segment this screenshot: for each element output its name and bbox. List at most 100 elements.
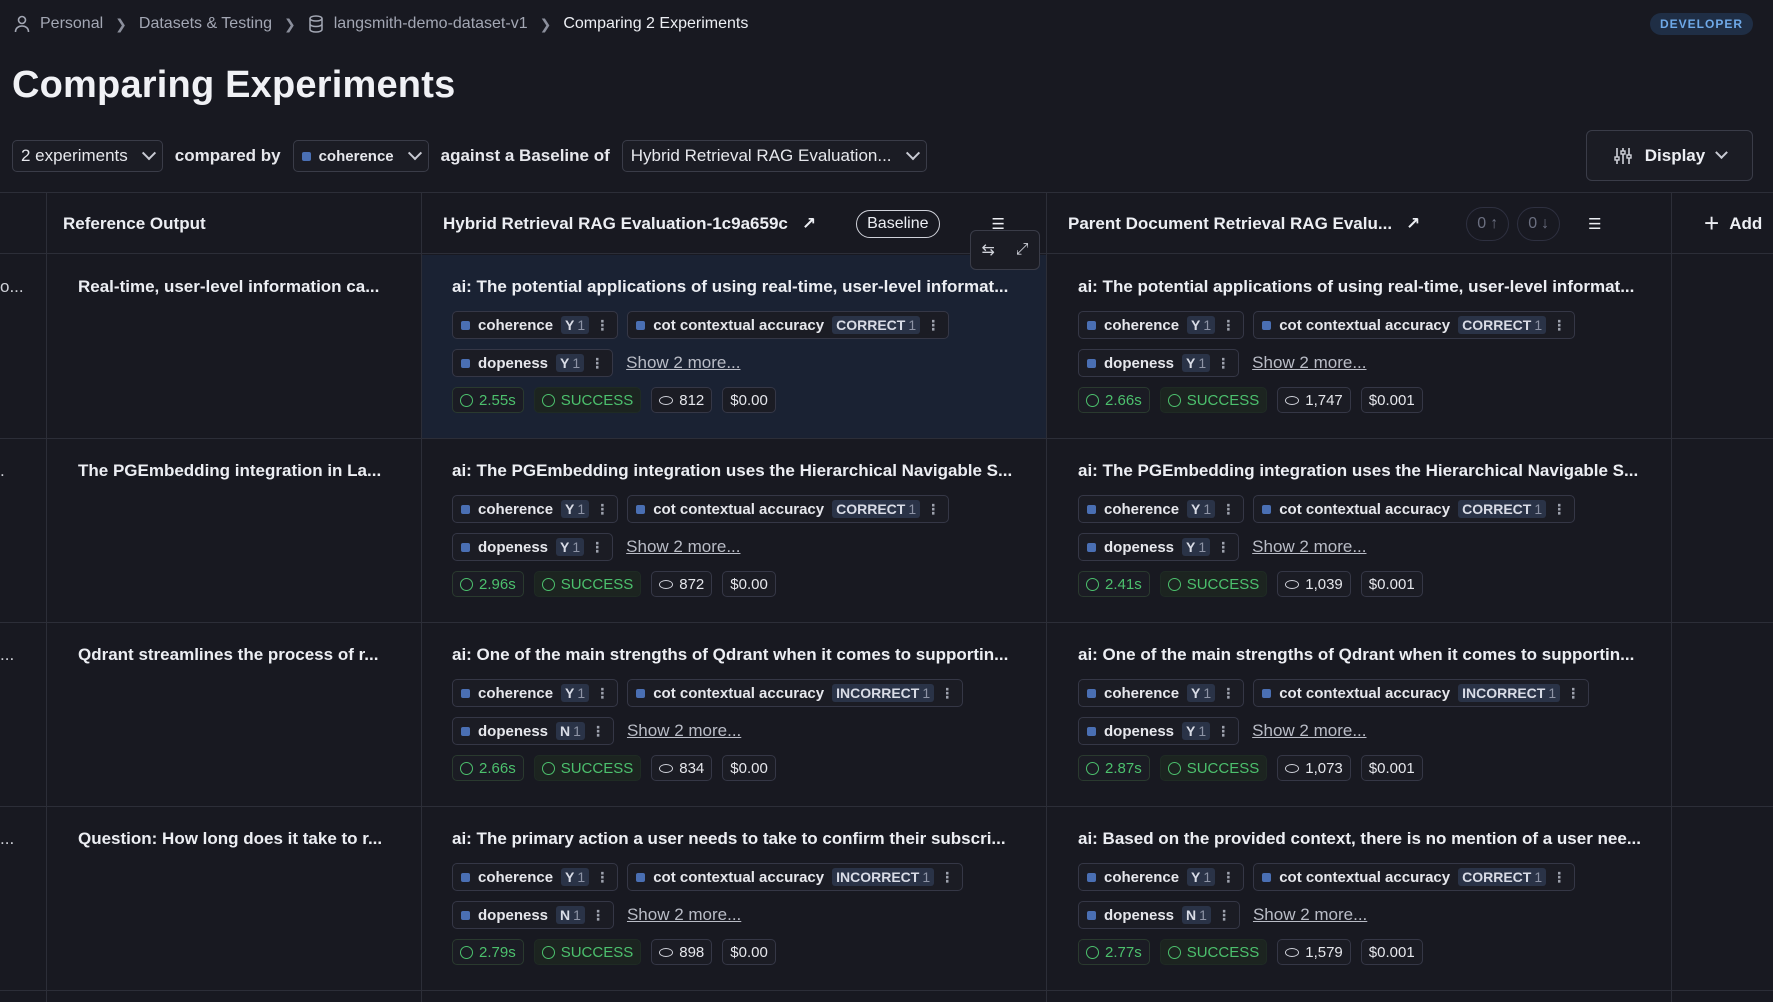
- comparison-table: Reference Output Hybrid Retrieval RAG Ev…: [0, 192, 1773, 1002]
- feedback-chip-coherence[interactable]: coherence Y1 ⋮: [1078, 679, 1245, 707]
- external-link-icon[interactable]: ↗: [1406, 214, 1420, 234]
- more-vertical-icon[interactable]: ⋮: [1216, 539, 1230, 556]
- more-vertical-icon[interactable]: ⋮: [591, 723, 605, 740]
- feedback-chip-accuracy[interactable]: cot contextual accuracy INCORRECT 1 ⋮: [1253, 679, 1590, 707]
- feedback-chip-accuracy[interactable]: cot contextual accuracy INCORRECT 1 ⋮: [627, 679, 964, 707]
- more-vertical-icon[interactable]: ⋮: [1216, 723, 1230, 740]
- more-vertical-icon[interactable]: ⋮: [590, 539, 604, 556]
- feedback-chip-coherence[interactable]: coherence Y1 ⋮: [1078, 311, 1245, 339]
- breadcrumb-label: Personal: [40, 15, 104, 32]
- experiment-cell-exp1[interactable]: ai: The potential applications of using …: [452, 277, 1052, 413]
- more-vertical-icon[interactable]: ⋮: [595, 317, 609, 334]
- truncated-cell: o...: [0, 277, 24, 296]
- feedback-chip-coherence[interactable]: coherence Y1 ⋮: [1078, 495, 1245, 523]
- more-vertical-icon[interactable]: ⋮: [1566, 685, 1580, 702]
- show-more-link[interactable]: Show 2 more...: [627, 905, 741, 925]
- latency-badge: 2.79s: [452, 939, 524, 965]
- more-vertical-icon[interactable]: ⋮: [1552, 869, 1566, 886]
- color-dot: [636, 504, 646, 514]
- chevron-right-icon: ❯: [115, 15, 127, 32]
- show-more-link[interactable]: Show 2 more...: [1253, 905, 1367, 925]
- more-vertical-icon[interactable]: ⋮: [1552, 317, 1566, 334]
- feedback-chip-accuracy[interactable]: cot contextual accuracy CORRECT 1 ⋮: [627, 311, 950, 339]
- more-vertical-icon[interactable]: ⋮: [1221, 685, 1235, 702]
- experiment-cell-exp1[interactable]: ai: One of the main strengths of Qdrant …: [452, 645, 1052, 781]
- output-text: ai: The primary action a user needs to t…: [452, 829, 1006, 848]
- display-button[interactable]: Display: [1586, 130, 1753, 181]
- breadcrumb-datasets[interactable]: Datasets & Testing: [139, 15, 272, 33]
- experiments-select[interactable]: 2 experiments: [12, 140, 163, 172]
- feedback-chip-accuracy[interactable]: cot contextual accuracy CORRECT 1 ⋮: [1253, 311, 1576, 339]
- votes-down[interactable]: 0 ↓: [1517, 206, 1561, 241]
- more-vertical-icon[interactable]: ⋮: [926, 501, 940, 518]
- more-vertical-icon[interactable]: ⋮: [590, 355, 604, 372]
- show-more-link[interactable]: Show 2 more...: [626, 537, 740, 557]
- more-vertical-icon[interactable]: ⋮: [1552, 501, 1566, 518]
- status-badge: SUCCESS: [533, 571, 642, 597]
- feedback-chip-dopeness[interactable]: dopeness N1 ⋮: [1078, 901, 1240, 929]
- color-dot: [461, 726, 470, 736]
- experiment-cell-exp2[interactable]: ai: The PGEmbedding integration uses the…: [1078, 461, 1678, 597]
- compare-icon[interactable]: ⇆: [981, 240, 994, 260]
- experiment-cell-exp1[interactable]: ai: The primary action a user needs to t…: [452, 829, 1052, 965]
- metric-select[interactable]: coherence: [292, 140, 429, 172]
- tokens-badge: 1,579: [1277, 939, 1351, 965]
- column-header-exp1[interactable]: Hybrid Retrieval RAG Evaluation-1c9a659c…: [443, 193, 1005, 254]
- breadcrumb-dataset[interactable]: langsmith-demo-dataset-v1: [308, 15, 528, 33]
- column-header-exp2[interactable]: Parent Document Retrieval RAG Evalu... ↗…: [1068, 193, 1602, 254]
- breadcrumb-personal[interactable]: Personal: [14, 15, 103, 33]
- coin-icon: [1285, 395, 1300, 405]
- feedback-chip-coherence[interactable]: coherence Y1 ⋮: [452, 679, 619, 707]
- feedback-score: Y: [1191, 869, 1201, 885]
- experiment-cell-exp1[interactable]: ai: The PGEmbedding integration uses the…: [452, 461, 1052, 597]
- more-vertical-icon[interactable]: ⋮: [940, 685, 954, 702]
- feedback-chip-coherence[interactable]: coherence Y1 ⋮: [1078, 863, 1245, 891]
- feedback-chip-dopeness[interactable]: dopeness N1 ⋮: [452, 901, 614, 929]
- more-vertical-icon[interactable]: ⋮: [1217, 907, 1231, 924]
- more-vertical-icon[interactable]: ⋮: [1221, 317, 1235, 334]
- feedback-chip-dopeness[interactable]: dopeness Y1 ⋮: [452, 533, 614, 561]
- add-column-button[interactable]: + Add: [1704, 193, 1762, 254]
- experiment-cell-exp2[interactable]: ai: One of the main strengths of Qdrant …: [1078, 645, 1678, 781]
- more-vertical-icon[interactable]: ⋮: [1221, 501, 1235, 518]
- expand-icon[interactable]: ⤢: [1016, 241, 1029, 259]
- feedback-row: dopeness Y1 ⋮ Show 2 more...: [1078, 533, 1678, 561]
- feedback-key: coherence: [478, 868, 554, 886]
- more-vertical-icon[interactable]: ⋮: [595, 501, 609, 518]
- feedback-chip-dopeness[interactable]: dopeness N1 ⋮: [452, 717, 614, 745]
- feedback-chip-coherence[interactable]: coherence Y1 ⋮: [452, 311, 619, 339]
- external-link-icon[interactable]: ↗: [802, 214, 816, 234]
- more-vertical-icon[interactable]: ⋮: [595, 869, 609, 886]
- more-vertical-icon[interactable]: ⋮: [1216, 355, 1230, 372]
- show-more-link[interactable]: Show 2 more...: [627, 721, 741, 741]
- feedback-score: Y: [1191, 685, 1201, 701]
- show-more-link[interactable]: Show 2 more...: [1252, 537, 1366, 557]
- show-more-link[interactable]: Show 2 more...: [1252, 353, 1366, 373]
- votes-up[interactable]: 0 ↑: [1466, 206, 1510, 241]
- feedback-chip-dopeness[interactable]: dopeness Y1 ⋮: [1078, 717, 1240, 745]
- feedback-chip-accuracy[interactable]: cot contextual accuracy CORRECT 1 ⋮: [1253, 863, 1576, 891]
- output-text: ai: The potential applications of using …: [1078, 277, 1635, 296]
- feedback-chip-coherence[interactable]: coherence Y1 ⋮: [452, 863, 619, 891]
- more-vertical-icon[interactable]: ⋮: [926, 317, 940, 334]
- filter-icon[interactable]: ☰: [1588, 215, 1601, 233]
- more-vertical-icon[interactable]: ⋮: [591, 907, 605, 924]
- show-more-link[interactable]: Show 2 more...: [1252, 721, 1366, 741]
- feedback-chip-dopeness[interactable]: dopeness Y1 ⋮: [1078, 533, 1240, 561]
- experiment-cell-exp2[interactable]: ai: The potential applications of using …: [1078, 277, 1678, 413]
- feedback-chip-coherence[interactable]: coherence Y1 ⋮: [452, 495, 619, 523]
- feedback-chip-accuracy[interactable]: cot contextual accuracy CORRECT 1 ⋮: [1253, 495, 1576, 523]
- baseline-select[interactable]: Hybrid Retrieval RAG Evaluation...: [621, 140, 927, 172]
- more-vertical-icon[interactable]: ⋮: [1221, 869, 1235, 886]
- more-vertical-icon[interactable]: ⋮: [940, 869, 954, 886]
- feedback-chip-dopeness[interactable]: dopeness Y1 ⋮: [1078, 349, 1240, 377]
- feedback-count: 1: [572, 539, 581, 555]
- feedback-count: 1: [922, 685, 931, 701]
- coin-icon: [1285, 763, 1300, 773]
- more-vertical-icon[interactable]: ⋮: [595, 685, 609, 702]
- feedback-chip-accuracy[interactable]: cot contextual accuracy CORRECT 1 ⋮: [627, 495, 950, 523]
- feedback-chip-dopeness[interactable]: dopeness Y1 ⋮: [452, 349, 614, 377]
- feedback-chip-accuracy[interactable]: cot contextual accuracy INCORRECT 1 ⋮: [627, 863, 964, 891]
- show-more-link[interactable]: Show 2 more...: [626, 353, 740, 373]
- experiment-cell-exp2[interactable]: ai: Based on the provided context, there…: [1078, 829, 1678, 965]
